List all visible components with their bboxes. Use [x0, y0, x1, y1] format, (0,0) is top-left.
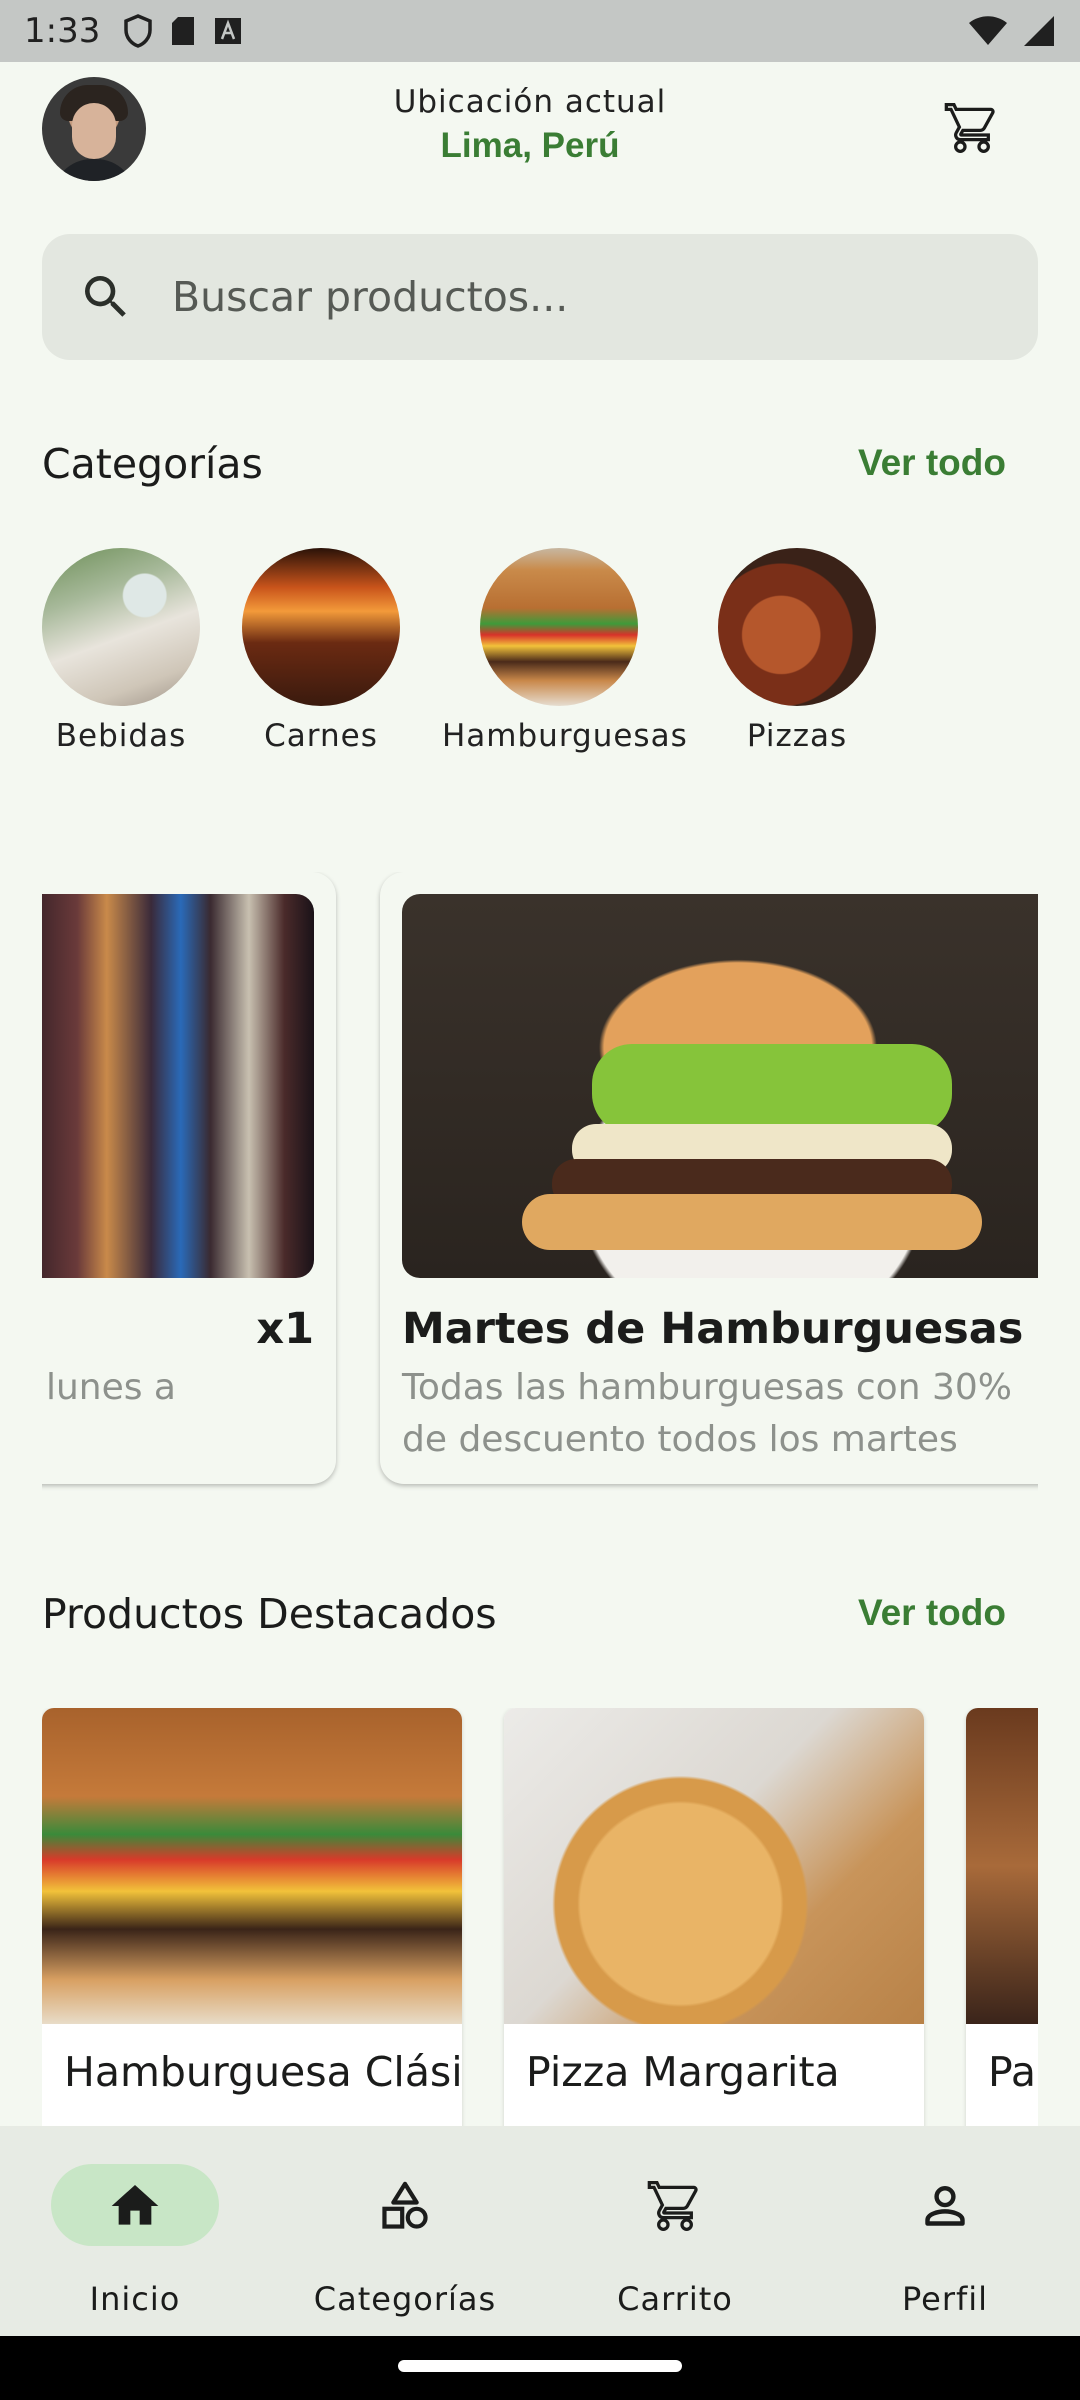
nav-label: Carrito [617, 2280, 733, 2318]
nav-label: Perfil [901, 2280, 989, 2318]
signal-icon [1024, 16, 1054, 46]
promotions-carousel[interactable]: x1 e lunes a Martes de Hamburguesas Toda… [42, 872, 1038, 1492]
search-icon [85, 276, 126, 317]
promo-description: Todas las hamburguesas con 30% de descue… [402, 1367, 1012, 1460]
categories-icon [382, 2181, 428, 2229]
nav-label: Inicio [89, 2280, 181, 2318]
bottom-navigation: Inicio Categorías Carrito Perfil [0, 2126, 1080, 2336]
status-system-icons [968, 14, 1056, 48]
nav-label: Categorías [313, 2280, 497, 2318]
product-card[interactable]: Hamburguesa Clásica [42, 1708, 462, 2128]
home-gesture-handle[interactable] [398, 2360, 682, 2372]
category-item-hamburguesas[interactable]: Hamburguesas [442, 548, 688, 754]
search-bar[interactable] [42, 234, 1038, 360]
nav-item-carrito[interactable]: Carrito [540, 2126, 810, 2336]
nav-item-categorias[interactable]: Categorías [270, 2126, 540, 2336]
sd-card-icon [172, 17, 195, 45]
status-notification-icons [124, 14, 242, 48]
category-image-bebidas [42, 548, 200, 706]
category-item-carnes[interactable]: Carnes [242, 548, 400, 754]
search-input[interactable] [170, 272, 934, 322]
product-name: Hamburguesa Clásica [64, 2048, 462, 2096]
cart-icon[interactable] [944, 100, 1000, 156]
home-icon [111, 2185, 159, 2225]
category-image-pizzas [718, 548, 876, 706]
nav-item-inicio[interactable]: Inicio [0, 2126, 270, 2336]
category-label: Pizzas [746, 718, 848, 754]
promo-card[interactable]: Martes de Hamburguesas Todas las hamburg… [380, 872, 1038, 1484]
text-a-icon [215, 18, 242, 44]
category-label: Carnes [264, 718, 378, 754]
product-card[interactable]: Pizza Margarita [504, 1708, 924, 2128]
featured-products-list[interactable]: Hamburguesa Clásica Pizza Margarita Pa [42, 1708, 1038, 2128]
promo-title: Martes de Hamburguesas [402, 1304, 1024, 1354]
product-image [504, 1708, 924, 2024]
categories-see-all-button[interactable]: Ver todo [858, 442, 1006, 484]
promo-title: x1 [256, 1304, 314, 1354]
product-image [966, 1708, 1038, 2024]
product-name: Pizza Margarita [526, 2048, 840, 2096]
status-time: 1:33 [24, 11, 101, 51]
status-bar: 1:33 [0, 0, 1080, 62]
current-location-label: Ubicación actual [393, 84, 667, 120]
category-label: Hamburguesas [442, 718, 688, 754]
promo-image-bar [42, 894, 314, 1278]
cart-icon [647, 2181, 698, 2231]
category-image-carnes [242, 548, 400, 706]
promo-card[interactable]: x1 e lunes a [42, 872, 336, 1484]
product-name: Pa [988, 2048, 1037, 2096]
promo-image-burger [402, 894, 1038, 1278]
shield-icon [124, 14, 153, 48]
nav-item-perfil[interactable]: Perfil [810, 2126, 1080, 2336]
featured-title: Productos Destacados [42, 1590, 497, 1638]
promo-description: e lunes a [42, 1367, 176, 1408]
featured-see-all-button[interactable]: Ver todo [858, 1592, 1006, 1634]
person-icon [925, 2186, 965, 2226]
product-card[interactable]: Pa [966, 1708, 1038, 2128]
current-location-value[interactable]: Lima, Perú [0, 126, 1060, 166]
product-image [42, 1708, 462, 2024]
gesture-navigation-area [0, 2336, 1080, 2400]
category-image-hamburguesas [480, 548, 638, 706]
category-item-bebidas[interactable]: Bebidas [42, 548, 200, 754]
category-item-pizzas[interactable]: Pizzas [718, 548, 876, 754]
wifi-icon [969, 16, 1007, 45]
categories-title: Categorías [42, 440, 263, 488]
category-label: Bebidas [55, 718, 187, 754]
